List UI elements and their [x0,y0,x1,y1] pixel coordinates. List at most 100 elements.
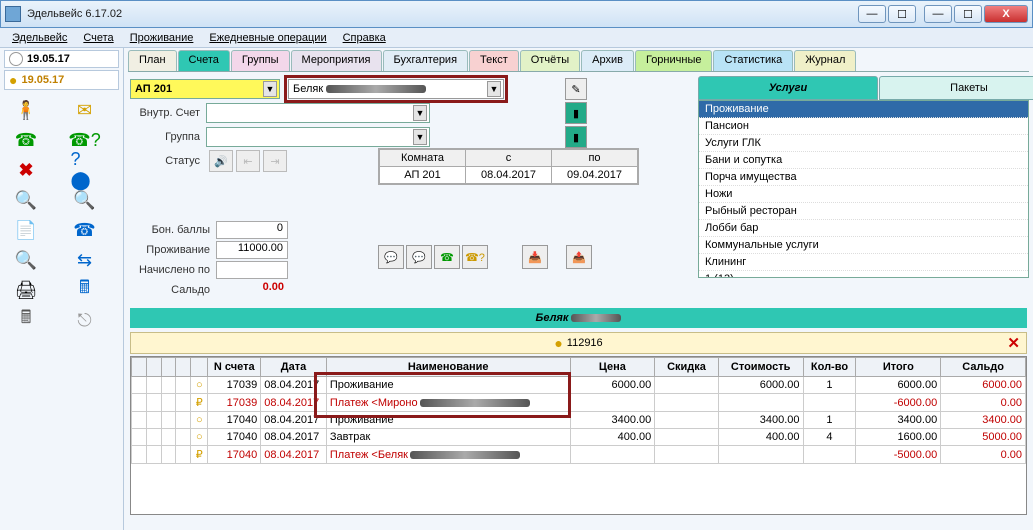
cell-name: Платеж <Беляк [326,446,570,464]
checkin-icon[interactable]: 🧍 [12,98,40,122]
col-from: с [466,150,552,167]
tab-accounts[interactable]: Счета [178,50,230,71]
col-to: по [552,150,638,167]
phone-money-icon[interactable]: ☎ [71,218,99,242]
status-next-button[interactable]: ⇥ [263,150,287,172]
mail-icon[interactable]: ✉ [71,98,99,122]
delete-icon[interactable]: ✖ [12,158,40,182]
calc-ruble-icon[interactable]: 🖩 [71,278,99,302]
list-item[interactable]: Ножи [699,186,1028,203]
cell-name: Платеж <Мироно [326,394,570,412]
tab-archive[interactable]: Архив [581,50,634,71]
side-edit-button[interactable]: ✎ [565,78,587,100]
window-title: Эдельвейс 6.17.02 [27,8,858,20]
cell-name: Завтрак [326,429,570,446]
menu-edelweiss[interactable]: Эдельвейс [6,30,73,46]
guest-name-combo[interactable]: Беляк ▼ [288,79,504,99]
menu-daily[interactable]: Ежедневные операции [203,30,332,46]
list-item[interactable]: Клининг [699,254,1028,271]
side-green2-button[interactable]: ▮ [565,126,587,148]
table-row[interactable]: ○1704008.04.2017Проживание3400.003400.00… [132,412,1026,429]
services-list[interactable]: Проживание Пансион Услуги ГЛК Бани и соп… [698,100,1029,278]
posting-date-value: 19.05.17 [21,74,64,86]
toolbar-btn-1[interactable]: 💬 [378,245,404,269]
tab-stats[interactable]: Статистика [713,50,793,71]
calc-icon[interactable]: 🖩 [12,308,40,332]
window-minimize-button[interactable]: — [858,5,886,23]
app-icon [5,6,21,22]
window-close-button[interactable]: X [984,5,1028,23]
window-maximize-button[interactable]: ☐ [954,5,982,23]
posting-date[interactable]: ● 19.05.17 [4,70,119,90]
close-account-icon[interactable]: ✕ [1007,334,1020,352]
table-row[interactable]: ○1704008.04.2017Завтрак400.00400.0041600… [132,429,1026,446]
balance-value: 0.00 [216,281,288,299]
info-help-icon[interactable]: ?⬤ [71,158,99,182]
tab-maids[interactable]: Горничные [635,50,713,71]
tab-reports[interactable]: Отчёты [520,50,580,71]
list-item[interactable]: Лобби бар [699,220,1028,237]
list-item[interactable]: Рыбный ресторан [699,203,1028,220]
grid-header: N счета Дата Наименование Цена Скидка Ст… [132,358,1026,377]
guest-banner: Беляк [130,308,1027,328]
toolbar-btn-3[interactable]: ☎ [434,245,460,269]
tab-journal[interactable]: Журнал [794,50,856,71]
account-bar: ● 112916 ✕ [130,332,1027,354]
exit-icon[interactable]: ⎋ [71,308,99,332]
toolbar-btn-out[interactable]: 📤 [566,245,592,269]
tab-text[interactable]: Текст [469,50,519,71]
rtab-services[interactable]: Услуги [698,76,878,100]
phone-green-icon[interactable]: ☎ [12,128,40,152]
side-green1-button[interactable]: ▮ [565,102,587,124]
menubar: Эдельвейс Счета Проживание Ежедневные оп… [0,28,1033,48]
table-row[interactable]: ₽1703908.04.2017Платеж <Мироно-6000.000.… [132,394,1026,412]
left-sidebar: 19.05.17 ● 19.05.17 🧍 ✉ ☎ ☎? ✖ ?⬤ 🔍 🔍 📄 … [0,48,124,530]
sync-icon[interactable]: ⇆ [71,248,99,272]
search-icon[interactable]: 🔍 [12,188,40,212]
account-number: 112916 [567,337,603,349]
rtab-packages[interactable]: Пакеты [879,76,1033,100]
tab-groups[interactable]: Группы [231,50,290,71]
list-item[interactable]: Пансион [699,118,1028,135]
system-date[interactable]: 19.05.17 [4,50,119,68]
list-item[interactable]: Коммунальные услуги [699,237,1028,254]
table-row[interactable]: ₽1704008.04.2017Платеж <Беляк-5000.000.0… [132,446,1026,464]
table-row[interactable]: ○1703908.04.2017Проживание6000.006000.00… [132,377,1026,394]
inner-account-label: Внутр. Счет [130,107,206,119]
guest-name-value: Беляк [293,83,323,95]
list-item[interactable]: Порча имущества [699,169,1028,186]
list-item[interactable]: Бани и сопутка [699,152,1028,169]
chevron-down-icon[interactable]: ▼ [413,105,427,121]
tab-plan[interactable]: План [128,50,177,71]
menu-accounts[interactable]: Счета [77,30,119,46]
status-prev-button[interactable]: ⇤ [236,150,260,172]
inner-account-combo[interactable]: ▼ [206,103,430,123]
system-date-value: 19.05.17 [27,53,70,65]
list-item[interactable]: Проживание [699,101,1028,118]
tab-events[interactable]: Мероприятия [291,50,382,71]
table-row[interactable]: АП 201 08.04.2017 09.04.2017 [380,167,638,184]
room-combo[interactable]: АП 201 ▼ [130,79,280,99]
toolbar-btn-in[interactable]: 📥 [522,245,548,269]
print-icon[interactable]: 🖨 [12,278,40,302]
chevron-down-icon[interactable]: ▼ [413,129,427,145]
add-doc-icon[interactable]: 📄 [12,218,40,242]
list-item[interactable]: 1 (13) [699,271,1028,278]
window-minimize-button-2[interactable]: — [924,5,952,23]
search-doc-icon[interactable]: 🔍 [12,248,40,272]
chevron-down-icon[interactable]: ▼ [487,81,501,97]
cell-name: Проживание [326,377,570,394]
status-sound-button[interactable]: 🔊 [209,150,233,172]
search-red-icon[interactable]: 🔍 [71,188,99,212]
menu-help[interactable]: Справка [337,30,392,46]
group-combo[interactable]: ▼ [206,127,430,147]
toolbar-btn-2[interactable]: 💬 [406,245,432,269]
tab-accounting[interactable]: Бухгалтерия [383,50,469,71]
toolbar-btn-4[interactable]: ☎? [462,245,488,269]
menu-stay[interactable]: Проживание [124,30,200,46]
right-tabs: Услуги Пакеты Плате [698,76,1029,100]
accrued-value[interactable] [216,261,288,279]
list-item[interactable]: Услуги ГЛК [699,135,1028,152]
chevron-down-icon[interactable]: ▼ [263,81,277,97]
window-restore-button[interactable]: ☐ [888,5,916,23]
